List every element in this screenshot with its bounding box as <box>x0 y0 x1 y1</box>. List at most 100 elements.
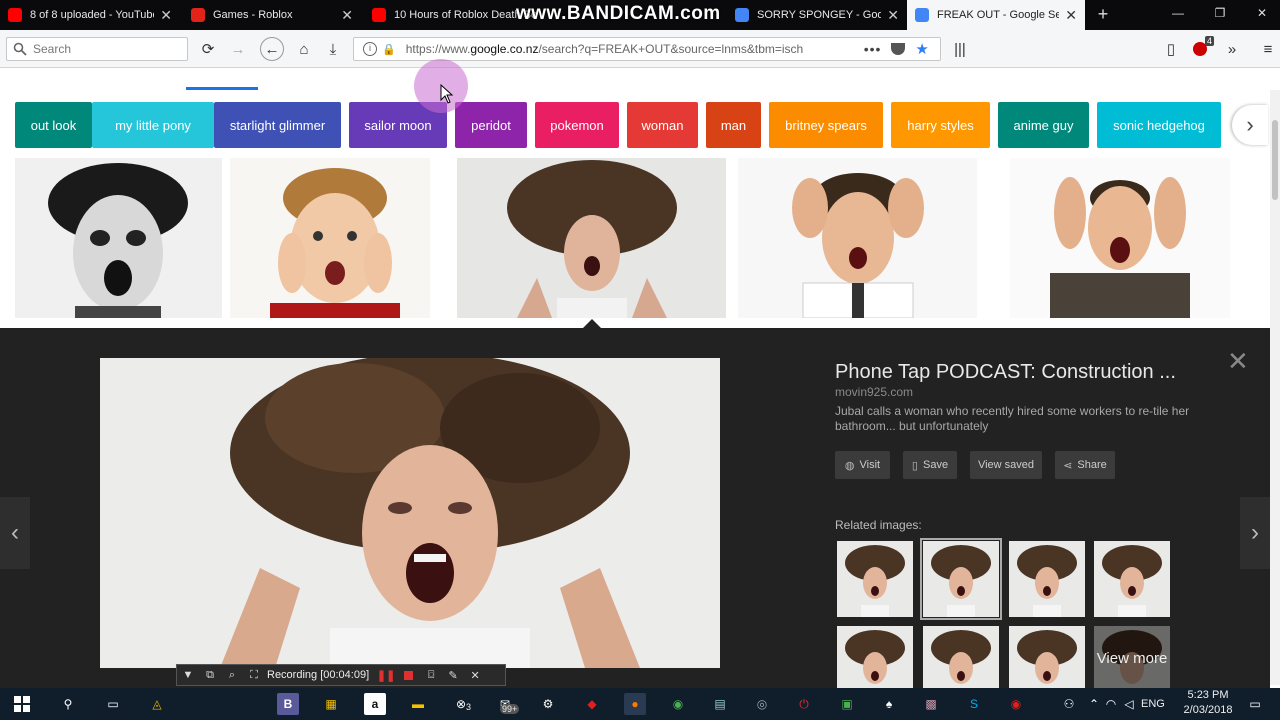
tab-freak-out[interactable]: FREAK OUT - Google Search ✕ <box>907 0 1085 30</box>
chip-harry-styles[interactable]: harry styles <box>891 102 990 148</box>
restore-icon[interactable]: ❐ <box>1210 6 1230 20</box>
skype-icon[interactable]: S <box>963 693 985 715</box>
pocket-icon[interactable] <box>891 43 906 55</box>
close-icon[interactable]: ✕ <box>160 7 172 24</box>
tab-youtube-uploads[interactable]: 8 of 8 uploaded - YouTube ✕ <box>0 0 180 30</box>
minecraft-icon[interactable]: ▩ <box>920 693 942 715</box>
settings-gear-icon[interactable]: ⚙ <box>537 693 559 715</box>
close-icon[interactable]: ✕ <box>341 7 353 24</box>
close-viewer-icon[interactable]: ✕ <box>1227 346 1249 377</box>
library-icon[interactable]: ||| <box>950 39 970 59</box>
reload-icon[interactable]: ⟳ <box>198 39 218 59</box>
zoom-icon[interactable]: ⌕ <box>221 669 243 682</box>
record-app-icon[interactable]: ◉ <box>1005 693 1027 715</box>
share-button[interactable]: ⋖ Share <box>1055 451 1115 479</box>
info-icon[interactable]: i <box>363 42 377 56</box>
dropdown-icon[interactable]: ▼ <box>177 669 199 681</box>
scrollbar-thumb[interactable] <box>1272 120 1278 200</box>
forward-icon[interactable]: → <box>228 39 248 59</box>
chip-sonic-hedgehog[interactable]: sonic hedgehog <box>1097 102 1221 148</box>
close-window-icon[interactable]: ✕ <box>1252 6 1272 20</box>
roblox-app-icon[interactable]: ◆ <box>581 693 603 715</box>
chip-peridot[interactable]: peridot <box>455 102 527 148</box>
tab-sorry-spongey[interactable]: SORRY SPONGEY - Google Search ✕ <box>727 0 907 30</box>
close-icon[interactable]: ✕ <box>464 669 486 682</box>
large-preview-image[interactable] <box>100 358 720 668</box>
notification-center-icon[interactable]: ▭ <box>1244 693 1266 715</box>
people-icon[interactable]: ⚇ <box>1058 693 1080 715</box>
close-icon[interactable]: ✕ <box>887 7 899 24</box>
chrome-icon[interactable]: ◉ <box>667 693 689 715</box>
clock-date[interactable]: 2/03/2018 <box>1176 704 1240 716</box>
related-image[interactable] <box>923 626 999 689</box>
overflow-chevron-icon[interactable]: » <box>1222 39 1242 59</box>
search-icon[interactable]: ⚲ <box>57 693 79 715</box>
visit-button[interactable]: ◍ Visit <box>835 451 890 479</box>
chip-anime-guy[interactable]: anime guy <box>998 102 1089 148</box>
chips-next-arrow-icon[interactable]: › <box>1232 105 1268 145</box>
next-image-icon[interactable]: › <box>1240 497 1270 569</box>
related-image[interactable] <box>1009 541 1085 617</box>
solitaire-icon[interactable]: ♠ <box>878 693 900 715</box>
page-scrollbar[interactable] <box>1270 90 1280 685</box>
search-input[interactable]: Search <box>6 37 188 61</box>
save-button[interactable]: ▯ Save <box>903 451 957 479</box>
chip-man[interactable]: man <box>706 102 761 148</box>
language-indicator[interactable]: ENG <box>1141 698 1165 710</box>
bookmark-star-icon[interactable]: ★ <box>915 40 928 58</box>
sidebar-icon[interactable]: ▯ <box>1161 39 1181 59</box>
file-explorer-icon[interactable]: ▬ <box>407 693 429 715</box>
steam-icon[interactable]: ◎ <box>751 693 773 715</box>
chip-woman[interactable]: woman <box>627 102 698 148</box>
image-title-link[interactable]: Phone Tap PODCAST: Construction ... <box>835 361 1176 384</box>
pencil-icon[interactable]: ✎ <box>442 669 464 682</box>
stop-icon[interactable] <box>404 670 414 680</box>
pause-icon[interactable]: ❚❚ <box>375 669 397 682</box>
image-result[interactable] <box>738 158 977 318</box>
related-image[interactable] <box>1009 626 1085 689</box>
power-app-icon[interactable]: ⏻ <box>793 693 815 715</box>
firefox-icon[interactable]: ● <box>624 693 646 715</box>
back-icon[interactable]: ← <box>260 37 284 61</box>
new-tab-button[interactable]: + <box>1093 4 1113 26</box>
menu-icon[interactable]: ≡ <box>1258 39 1278 59</box>
image-source-domain: movin925.com <box>835 385 914 399</box>
previous-image-icon[interactable]: ‹ <box>0 497 30 569</box>
image-result[interactable] <box>15 158 222 318</box>
avast-icon[interactable]: ◬ <box>146 693 168 715</box>
chip-out-look[interactable]: out look <box>15 102 92 148</box>
camera-icon[interactable]: ⌼ <box>420 669 442 682</box>
chip-pokemon[interactable]: pokemon <box>535 102 619 148</box>
related-image[interactable] <box>837 541 913 617</box>
related-image-selected[interactable] <box>920 538 1002 620</box>
wifi-icon[interactable]: ◠ <box>1103 693 1119 715</box>
clock-time[interactable]: 5:23 PM <box>1178 689 1238 701</box>
download-icon[interactable]: ⤓ <box>323 39 343 59</box>
url-bar[interactable]: i 🔒 https://www.google.co.nz/search?q=FR… <box>353 37 941 61</box>
game-app-icon[interactable]: ▣ <box>836 693 858 715</box>
page-actions-icon[interactable]: ••• <box>864 41 882 57</box>
chip-britney-spears[interactable]: britney spears <box>769 102 883 148</box>
chip-starlight-glimmer[interactable]: starlight glimmer <box>214 102 341 148</box>
volume-icon[interactable]: ◁ <box>1121 693 1137 715</box>
home-icon[interactable]: ⌂ <box>294 39 314 59</box>
store-icon[interactable]: ▦ <box>320 693 342 715</box>
fullscreen-icon[interactable]: ⛶ <box>243 669 265 682</box>
view-saved-button[interactable]: View saved <box>970 451 1042 479</box>
image-result-selected[interactable] <box>457 158 726 318</box>
amazon-icon[interactable]: a <box>364 693 386 715</box>
task-view-icon[interactable]: ▭ <box>102 693 124 715</box>
related-image[interactable] <box>837 626 913 689</box>
window-mode-icon[interactable]: ⧉ <box>199 669 221 682</box>
minimize-icon[interactable]: — <box>1168 6 1188 20</box>
image-result[interactable] <box>1010 158 1230 318</box>
bandicam-icon[interactable]: B <box>277 693 299 715</box>
related-image[interactable] <box>1094 541 1170 617</box>
show-hidden-icons-icon[interactable]: ⌃ <box>1086 693 1102 715</box>
image-result[interactable] <box>230 158 430 318</box>
tab-roblox-games[interactable]: Games - Roblox ✕ <box>183 0 361 30</box>
windows-start-icon[interactable] <box>11 693 33 715</box>
close-icon[interactable]: ✕ <box>1065 7 1077 24</box>
chip-my-little-pony[interactable]: my little pony <box>92 102 214 148</box>
app-icon[interactable]: ▤ <box>709 693 731 715</box>
